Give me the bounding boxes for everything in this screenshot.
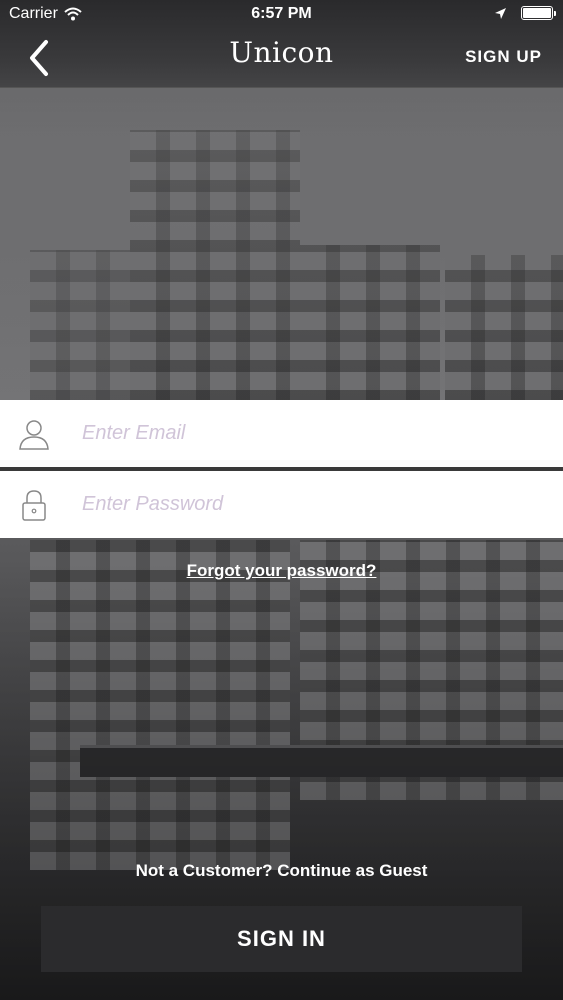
password-input[interactable]	[82, 471, 542, 538]
sign-in-button[interactable]: SIGN IN	[41, 906, 522, 972]
battery-icon	[521, 6, 556, 20]
sign-up-button[interactable]: SIGN UP	[465, 47, 542, 67]
continue-as-guest-link[interactable]: Not a Customer? Continue as Guest	[0, 861, 563, 881]
status-bar: Carrier 6:57 PM	[0, 0, 563, 30]
lock-icon	[22, 489, 46, 521]
forgot-password-link[interactable]: Forgot your password?	[0, 561, 563, 581]
email-field-container	[0, 400, 563, 467]
location-arrow-icon	[495, 7, 506, 19]
email-input[interactable]	[82, 400, 542, 467]
password-field-container	[0, 471, 563, 538]
status-time: 6:57 PM	[251, 5, 312, 22]
user-icon	[19, 419, 49, 450]
